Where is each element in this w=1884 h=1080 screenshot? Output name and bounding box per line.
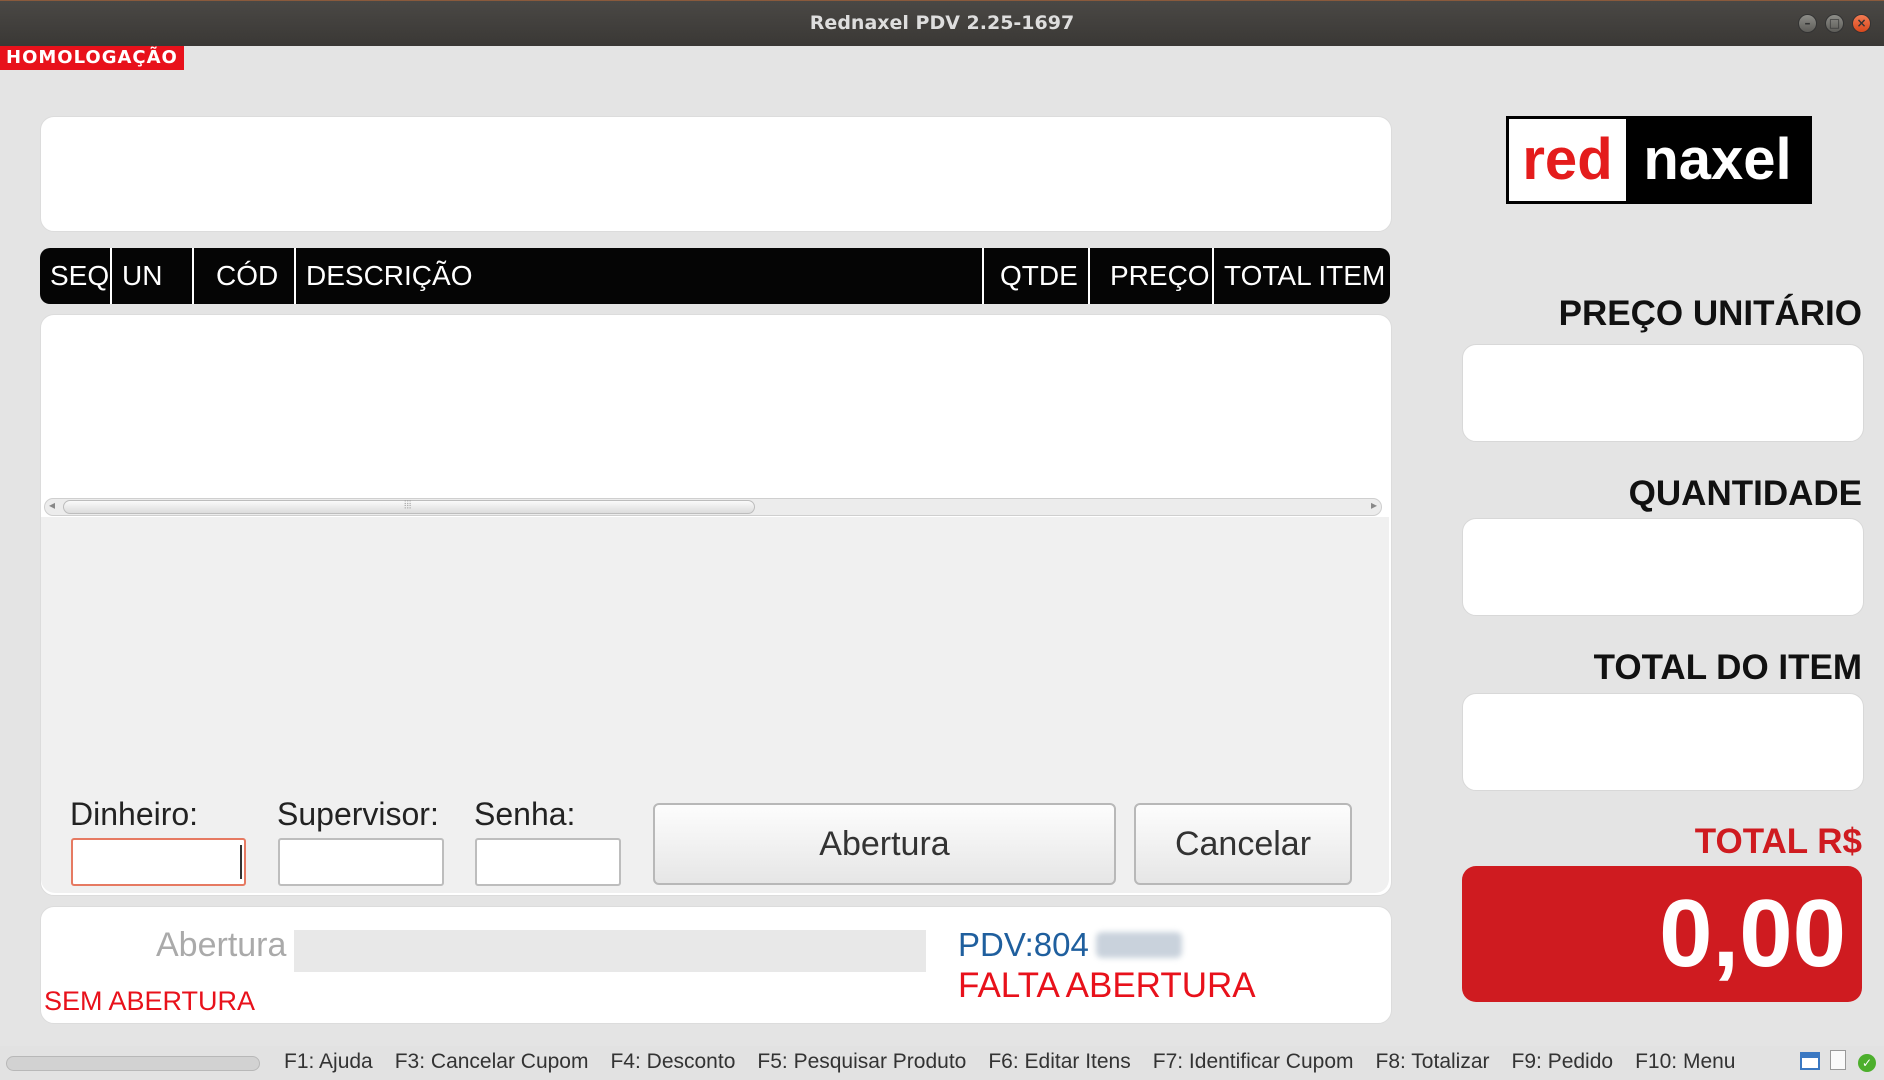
total-label: TOTAL R$: [1694, 822, 1862, 861]
senha-label: Senha:: [474, 796, 576, 832]
operation-label: Abertura: [156, 926, 287, 964]
shortcut-f10[interactable]: F10: Menu: [1635, 1050, 1735, 1073]
shortcut-f5[interactable]: F5: Pesquisar Produto: [757, 1050, 966, 1073]
column-seq: SEQ: [50, 260, 110, 291]
column-cod: CÓD: [216, 260, 279, 291]
shortcut-f9[interactable]: F9: Pedido: [1512, 1050, 1614, 1073]
table-horizontal-scrollbar[interactable]: ◂ ⦙⦙⦙ ▸: [44, 498, 1382, 516]
shortcut-f7[interactable]: F7: Identificar Cupom: [1153, 1050, 1354, 1073]
shortcut-f8[interactable]: F8: Totalizar: [1376, 1050, 1490, 1073]
dinheiro-input[interactable]: [71, 838, 246, 886]
minimize-button[interactable]: –: [1798, 14, 1817, 33]
column-total-item: TOTAL ITEM: [1224, 260, 1386, 291]
window-titlebar: Rednaxel PDV 2.25-1697 – □ ×: [0, 0, 1884, 46]
status-progress-bar: [6, 1056, 260, 1071]
shortcut-f1[interactable]: F1: Ajuda: [284, 1050, 373, 1073]
environment-badge: HOMOLOGAÇÃO: [0, 46, 184, 70]
abertura-button[interactable]: Abertura: [653, 803, 1116, 885]
pdv-label: PDV:804: [958, 926, 1089, 963]
close-button[interactable]: ×: [1852, 14, 1871, 33]
shortcut-f6[interactable]: F6: Editar Itens: [988, 1050, 1130, 1073]
preco-unitario-field: [1462, 344, 1864, 442]
maximize-icon: □: [1828, 16, 1841, 30]
redacted-operator: [1096, 932, 1182, 958]
shortcut-list: F1: Ajuda F3: Cancelar Cupom F4: Desconto F…: [284, 1050, 1757, 1074]
total-value: 0,00: [1659, 880, 1846, 987]
maximize-button[interactable]: □: [1825, 14, 1844, 33]
pdv-status: FALTA ABERTURA: [958, 966, 1256, 1005]
product-entry-panel[interactable]: [40, 116, 1392, 232]
supervisor-label: Supervisor:: [277, 796, 439, 832]
column-qtde: QTDE: [1000, 260, 1078, 291]
minimize-icon: –: [1804, 16, 1811, 30]
logo-red-part: red: [1509, 119, 1626, 201]
dinheiro-label: Dinheiro:: [70, 796, 199, 832]
column-preco: PREÇO: [1110, 260, 1210, 291]
connection-ok-icon: ✓: [1858, 1054, 1876, 1072]
cancelar-button[interactable]: Cancelar: [1134, 803, 1352, 885]
quantidade-field: [1462, 518, 1864, 616]
shortcut-f3[interactable]: F3: Cancelar Cupom: [395, 1050, 589, 1073]
total-do-item-label: TOTAL DO ITEM: [1593, 648, 1862, 687]
opening-state-text: SEM ABERTURA: [44, 986, 256, 1016]
column-descricao: DESCRIÇÃO: [306, 260, 473, 291]
grip-icon: ⦙⦙⦙: [404, 498, 412, 511]
close-icon: ×: [1856, 16, 1867, 30]
text-cursor: [240, 845, 242, 879]
window-title: Rednaxel PDV 2.25-1697: [809, 12, 1075, 34]
preco-unitario-label: PREÇO UNITÁRIO: [1558, 294, 1862, 333]
logo-white-part: naxel: [1643, 127, 1792, 192]
supervisor-input[interactable]: [278, 838, 444, 886]
document-icon[interactable]: [1830, 1050, 1846, 1070]
items-table-header: SEQ UN CÓD DESCRIÇÃO QTDE PREÇO TOTAL IT…: [40, 248, 1390, 304]
rednaxel-logo: red naxel: [1506, 116, 1812, 204]
senha-input[interactable]: [475, 838, 621, 886]
shortcut-f4[interactable]: F4: Desconto: [610, 1050, 735, 1073]
scroll-thumb[interactable]: ⦙⦙⦙: [63, 498, 755, 514]
window-icon[interactable]: [1800, 1052, 1820, 1070]
total-do-item-field: [1462, 693, 1864, 791]
total-box: 0,00: [1462, 866, 1862, 1002]
scroll-left-icon[interactable]: ◂: [49, 498, 55, 512]
operation-progress-field: [294, 930, 926, 972]
scroll-right-icon[interactable]: ▸: [1371, 498, 1377, 512]
column-un: UN: [122, 260, 163, 291]
quantidade-label: QUANTIDADE: [1628, 474, 1862, 513]
